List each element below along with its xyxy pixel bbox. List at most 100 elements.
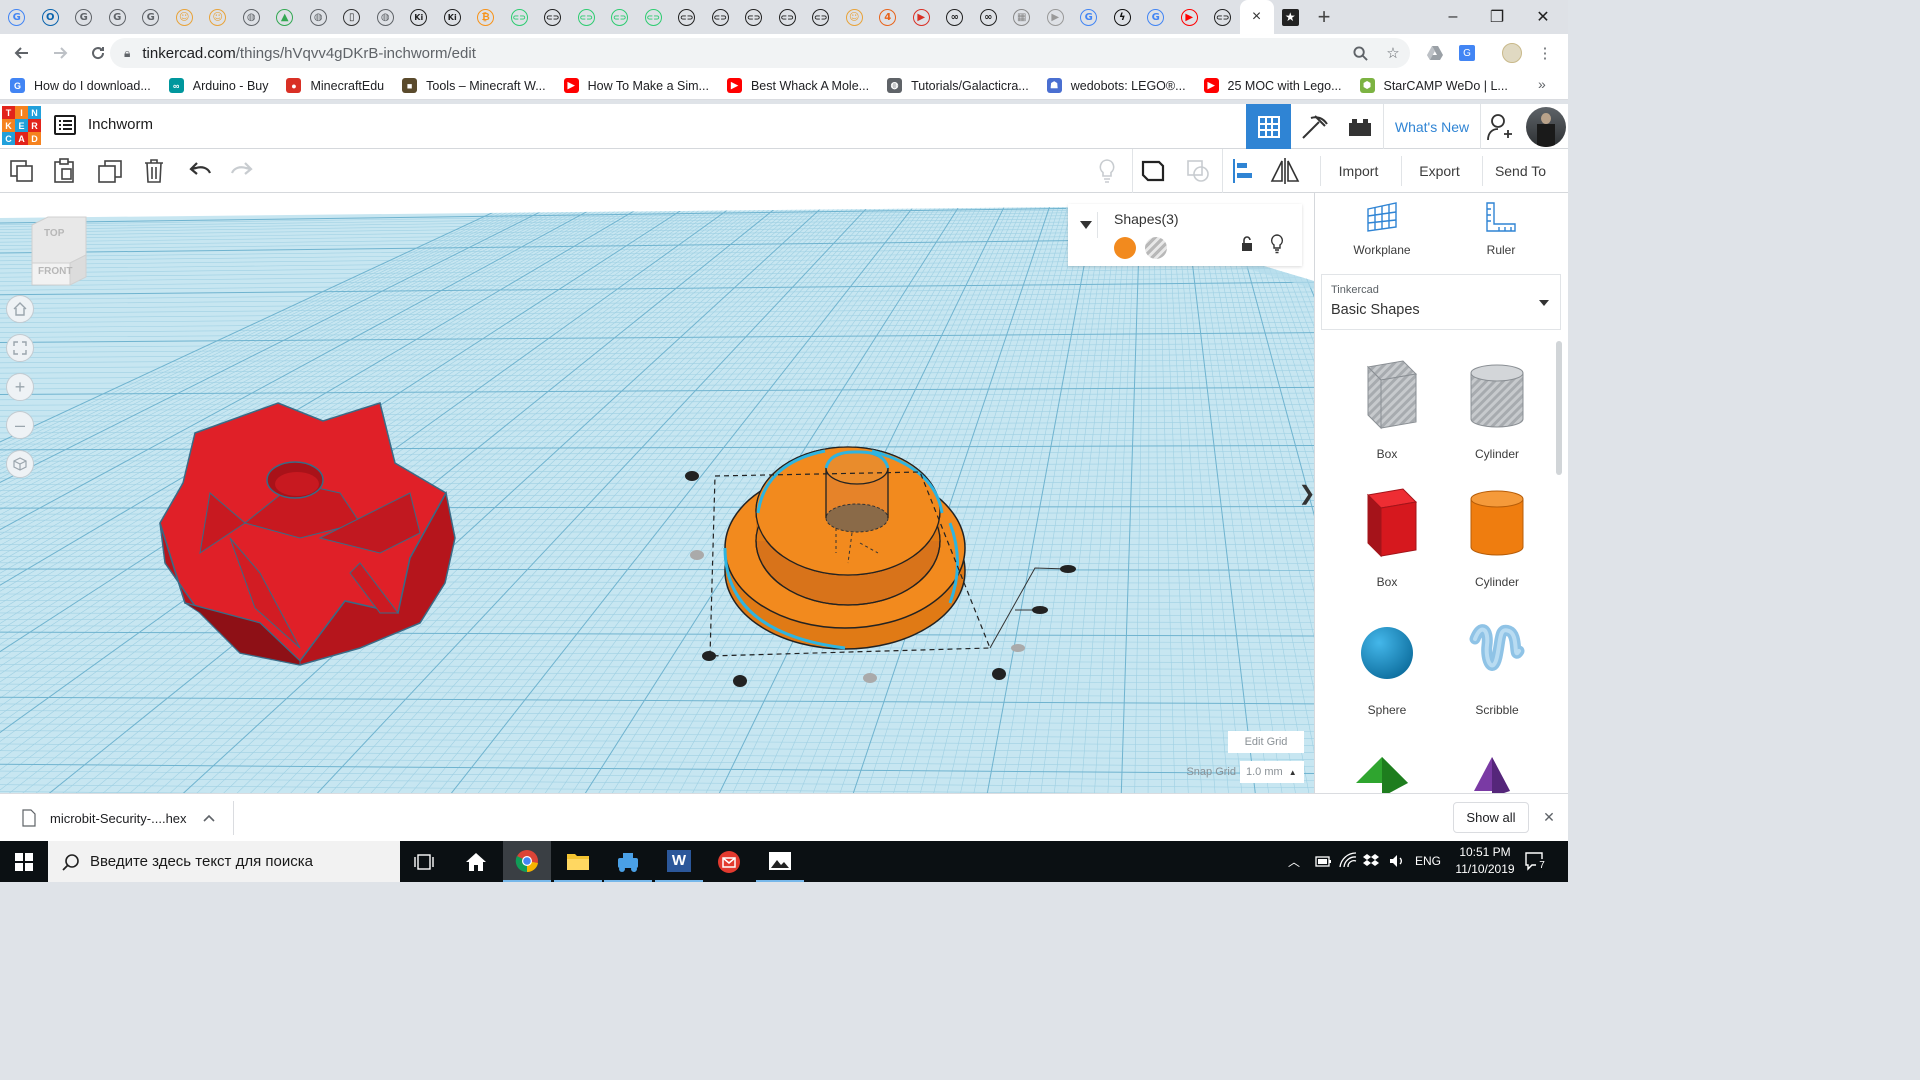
input-language[interactable]: ENG <box>1415 854 1441 868</box>
bookmark-item[interactable]: ▶ How To Make a Sim... <box>563 78 709 93</box>
collapse-inspector-button[interactable] <box>1074 212 1098 238</box>
3d-design-view-button[interactable] <box>1246 104 1291 149</box>
bookmark-item[interactable]: ◍ Tutorials/Galacticra... <box>887 78 1029 93</box>
browser-tab[interactable]: ⊂⊃ <box>771 0 805 34</box>
browser-tab[interactable]: ⊂⊃ <box>1206 0 1240 34</box>
browser-tab[interactable]: G <box>0 0 34 34</box>
clock[interactable]: 10:51 PM 11/10/2019 <box>1445 844 1525 878</box>
taskbar-explorer-app[interactable] <box>554 841 602 882</box>
browser-tab[interactable]: ∞ <box>972 0 1006 34</box>
collapse-panel-arrow-icon[interactable]: ❯ <box>1299 473 1314 513</box>
undo-button[interactable] <box>180 149 220 193</box>
redo-button[interactable] <box>222 149 262 193</box>
translate-extension-icon[interactable]: G <box>1452 38 1482 68</box>
browser-tab[interactable]: G <box>1139 0 1173 34</box>
show-all-button[interactable]: Show all <box>1453 802 1529 833</box>
taskbar-lego-app[interactable] <box>604 841 652 882</box>
download-item[interactable]: microbit-Security-....hex <box>14 801 234 835</box>
design-list-icon[interactable] <box>54 115 76 135</box>
shape-library-select[interactable]: Tinkercad Basic Shapes <box>1321 274 1561 330</box>
bookmark-item[interactable]: ☗ wedobots: LEGO®... <box>1046 78 1186 93</box>
profile-avatar[interactable] <box>1497 38 1527 68</box>
shape-box[interactable]: Box <box>1332 477 1442 605</box>
shape-box-hole[interactable]: Box <box>1332 349 1442 477</box>
task-view-button[interactable] <box>400 841 448 882</box>
browser-tab[interactable]: ▶ <box>1039 0 1073 34</box>
bricks-view-button[interactable] <box>1337 104 1383 149</box>
bookmark-item[interactable]: ● MinecraftEdu <box>286 78 384 93</box>
close-downloads-button[interactable]: ✕ <box>1538 806 1560 828</box>
back-button[interactable] <box>6 37 38 69</box>
browser-tab[interactable]: G <box>1072 0 1106 34</box>
user-avatar[interactable] <box>1524 104 1568 149</box>
browser-tab[interactable]: ☺ <box>168 0 202 34</box>
whats-new-link[interactable]: What's New <box>1383 104 1481 149</box>
browser-tab[interactable]: ⊂⊃ <box>503 0 537 34</box>
browser-tab[interactable]: ⊂⊃ <box>603 0 637 34</box>
close-tab-icon[interactable]: × <box>1252 8 1261 26</box>
import-button[interactable]: Import <box>1320 156 1396 186</box>
mirror-button[interactable] <box>1265 149 1305 193</box>
minimize-button[interactable]: – <box>1430 0 1476 34</box>
browser-tab[interactable]: G <box>67 0 101 34</box>
add-user-button[interactable] <box>1482 104 1518 149</box>
view-cube[interactable]: TOP FRONT <box>28 215 88 287</box>
browser-tab-tinkercad[interactable]: ★ <box>1274 0 1308 34</box>
shape-roof-partial[interactable] <box>1352 757 1412 793</box>
bookmark-item[interactable]: ∞ Arduino - Buy <box>168 78 268 93</box>
browser-tab[interactable]: 4 <box>871 0 905 34</box>
browser-tab[interactable]: ▶ <box>1173 0 1207 34</box>
group-button[interactable] <box>1132 149 1172 193</box>
browser-tab[interactable]: ⊂⊃ <box>804 0 838 34</box>
bookmark-item[interactable]: ▶ 25 MOC with Lego... <box>1203 78 1342 93</box>
bookmark-item[interactable]: ▶ Best Whack A Mole... <box>726 78 869 93</box>
browser-tab[interactable]: ⊂⊃ <box>704 0 738 34</box>
workplane-tool[interactable]: Workplane <box>1337 201 1427 271</box>
zoom-in-button[interactable]: + <box>6 373 34 401</box>
taskbar-word-app[interactable]: W <box>655 841 703 882</box>
export-button[interactable]: Export <box>1401 156 1477 186</box>
taskbar-home-app[interactable] <box>452 841 500 882</box>
browser-tab[interactable]: ⊂⊃ <box>570 0 604 34</box>
new-tab-button[interactable]: + <box>1307 0 1341 34</box>
taskbar-chrome-app[interactable] <box>503 841 551 882</box>
browser-tab[interactable]: ∞ <box>938 0 972 34</box>
browser-tab-active[interactable]: × <box>1239 0 1274 34</box>
lock-toggle[interactable] <box>1238 234 1256 254</box>
hole-swatch[interactable] <box>1145 237 1167 259</box>
browser-tab[interactable]: ◍ <box>369 0 403 34</box>
shape-cylinder-hole[interactable]: Cylinder <box>1442 349 1552 477</box>
browser-tab[interactable]: G <box>101 0 135 34</box>
action-center-button[interactable]: 7 <box>1524 851 1548 873</box>
bookmark-item[interactable]: ⬢ StarCAMP WeDo | L... <box>1359 78 1508 93</box>
browser-tab[interactable]: ☺ <box>201 0 235 34</box>
browser-tab[interactable]: ▦ <box>1005 0 1039 34</box>
dropbox-icon[interactable] <box>1362 852 1380 875</box>
bookmark-item[interactable]: ■ Tools – Minecraft W... <box>402 78 546 93</box>
maximize-button[interactable]: ❐ <box>1474 0 1520 34</box>
shape-scribble[interactable]: Scribble <box>1442 605 1552 733</box>
browser-tab[interactable]: Ki <box>436 0 470 34</box>
workplane-grid[interactable] <box>0 193 1314 793</box>
browser-tab[interactable]: ⊂⊃ <box>737 0 771 34</box>
bookmark-item[interactable]: G How do I download... <box>10 78 151 93</box>
workplane-canvas[interactable]: TOP FRONT + – Shapes(3) Edit Grid Snap G… <box>0 193 1314 793</box>
chrome-menu-icon[interactable]: ⋮ <box>1530 38 1560 68</box>
send-to-button[interactable]: Send To <box>1482 156 1558 186</box>
taskbar-mail-app[interactable] <box>705 841 753 882</box>
browser-tab[interactable]: ₿ <box>469 0 503 34</box>
tray-overflow-icon[interactable]: ︿ <box>1288 853 1300 870</box>
align-button[interactable] <box>1222 149 1262 193</box>
perspective-toggle-button[interactable] <box>6 450 34 478</box>
shape-sphere[interactable]: Sphere <box>1332 605 1442 733</box>
copy-button[interactable] <box>2 149 42 193</box>
browser-tab[interactable]: ◍ <box>235 0 269 34</box>
solid-color-swatch[interactable] <box>1114 237 1136 259</box>
browser-tab[interactable]: G <box>134 0 168 34</box>
shape-pyramid-partial[interactable] <box>1462 757 1522 793</box>
battery-icon[interactable] <box>1314 852 1332 875</box>
show-hide-button[interactable] <box>1087 149 1127 193</box>
browser-tab[interactable]: ◍ <box>302 0 336 34</box>
browser-tab[interactable]: ▶ <box>905 0 939 34</box>
browser-tab[interactable]: ⊂⊃ <box>637 0 671 34</box>
